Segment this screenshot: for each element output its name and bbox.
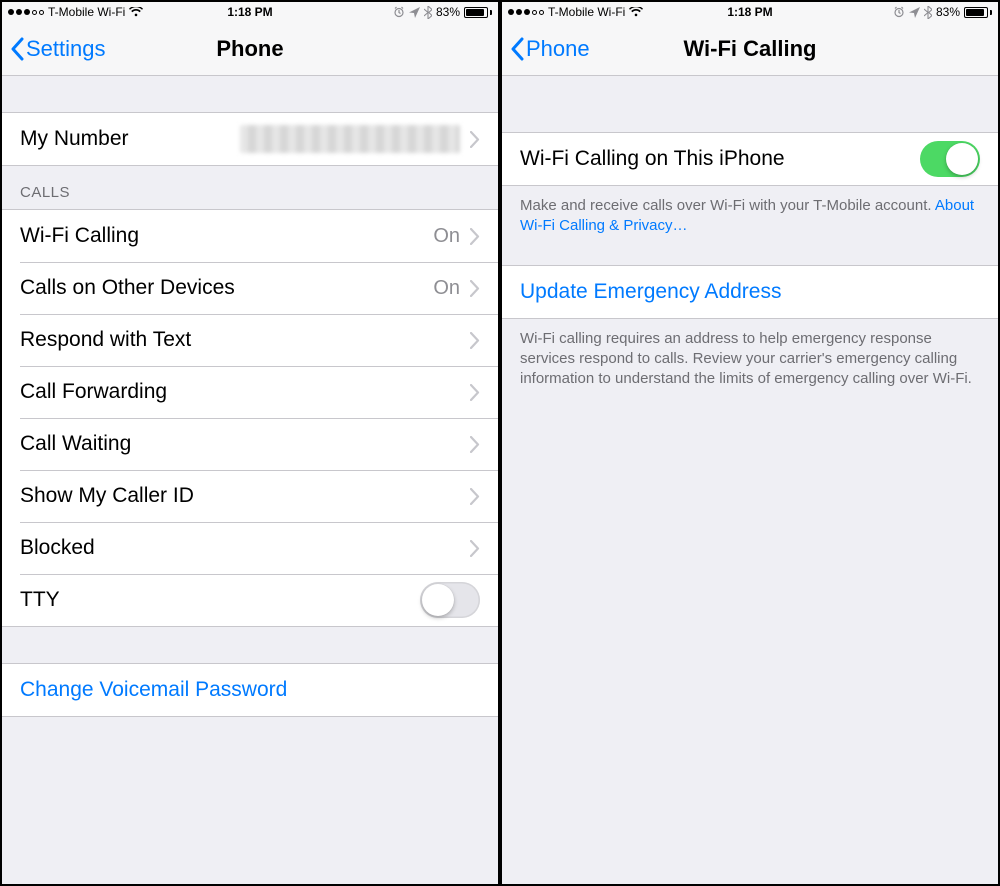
back-button[interactable]: Phone — [510, 36, 590, 62]
chevron-right-icon — [470, 384, 480, 401]
calls-section-header: CALLS — [2, 166, 498, 209]
back-label: Settings — [26, 36, 106, 62]
signal-strength-icon — [508, 9, 544, 15]
alarm-icon — [893, 6, 905, 18]
carrier-label: T-Mobile Wi-Fi — [548, 5, 625, 19]
battery-icon — [964, 7, 992, 18]
wifi-calling-on-this-iphone-row: Wi-Fi Calling on This iPhone — [502, 133, 998, 185]
location-icon — [909, 7, 920, 18]
alarm-icon — [393, 6, 405, 18]
phone-settings-screen: T-Mobile Wi-Fi 1:18 PM 83% — [0, 0, 500, 886]
my-number-label: My Number — [20, 127, 240, 151]
wifi-calling-row[interactable]: Wi-Fi Calling On — [2, 210, 498, 262]
bluetooth-icon — [924, 6, 932, 19]
chevron-right-icon — [470, 131, 480, 148]
location-icon — [409, 7, 420, 18]
chevron-right-icon — [470, 280, 480, 297]
wifi-calling-list[interactable]: Wi-Fi Calling on This iPhone Make and re… — [502, 76, 998, 884]
tty-toggle[interactable] — [420, 582, 480, 618]
settings-list[interactable]: My Number CALLS Wi-Fi Calling On Calls o… — [2, 76, 498, 884]
wifi-calling-footer: Make and receive calls over Wi-Fi with y… — [502, 186, 998, 245]
my-number-row[interactable]: My Number — [2, 113, 498, 165]
emergency-address-footer: Wi-Fi calling requires an address to hel… — [502, 319, 998, 398]
battery-icon — [464, 7, 492, 18]
chevron-right-icon — [470, 436, 480, 453]
respond-with-text-row[interactable]: Respond with Text — [2, 314, 498, 366]
call-forwarding-row[interactable]: Call Forwarding — [2, 366, 498, 418]
nav-bar: Phone Wi-Fi Calling — [502, 22, 998, 76]
chevron-left-icon — [10, 37, 24, 61]
back-label: Phone — [526, 36, 590, 62]
wifi-calling-toggle[interactable] — [920, 141, 980, 177]
chevron-right-icon — [470, 488, 480, 505]
signal-strength-icon — [8, 9, 44, 15]
back-button[interactable]: Settings — [10, 36, 106, 62]
chevron-right-icon — [470, 332, 480, 349]
show-caller-id-row[interactable]: Show My Caller ID — [2, 470, 498, 522]
chevron-right-icon — [470, 540, 480, 557]
my-number-value-redacted — [240, 125, 460, 153]
chevron-left-icon — [510, 37, 524, 61]
wifi-calling-screen: T-Mobile Wi-Fi 1:18 PM 83% — [500, 0, 1000, 886]
blocked-row[interactable]: Blocked — [2, 522, 498, 574]
battery-percent: 83% — [936, 5, 960, 19]
update-emergency-address-row[interactable]: Update Emergency Address — [502, 266, 998, 318]
chevron-right-icon — [470, 228, 480, 245]
nav-bar: Settings Phone — [2, 22, 498, 76]
battery-percent: 83% — [436, 5, 460, 19]
call-waiting-row[interactable]: Call Waiting — [2, 418, 498, 470]
carrier-label: T-Mobile Wi-Fi — [48, 5, 125, 19]
bluetooth-icon — [424, 6, 432, 19]
tty-row: TTY — [2, 574, 498, 626]
change-voicemail-password-row[interactable]: Change Voicemail Password — [2, 664, 498, 716]
wifi-icon — [629, 7, 643, 17]
status-bar: T-Mobile Wi-Fi 1:18 PM 83% — [502, 2, 998, 22]
wifi-icon — [129, 7, 143, 17]
calls-other-devices-row[interactable]: Calls on Other Devices On — [2, 262, 498, 314]
status-bar: T-Mobile Wi-Fi 1:18 PM 83% — [2, 2, 498, 22]
